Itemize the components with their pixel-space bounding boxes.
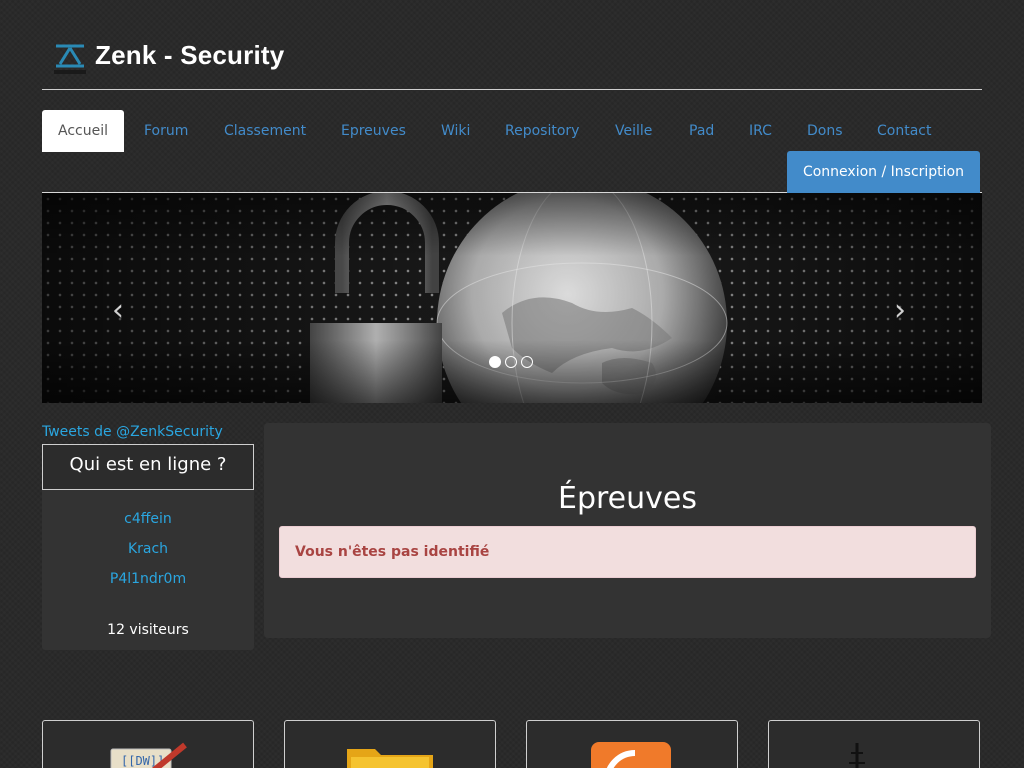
tab-repository[interactable]: Repository	[489, 110, 595, 152]
carousel-indicator-3[interactable]	[521, 356, 533, 368]
antenna-icon	[849, 743, 865, 768]
tab-epreuves[interactable]: Epreuves	[325, 110, 422, 152]
tab-wiki[interactable]: Wiki	[425, 110, 486, 152]
tab-forum[interactable]: Forum	[128, 110, 204, 152]
tile-irc[interactable]	[768, 720, 980, 768]
site-brand[interactable]: Zenk - Security	[95, 40, 284, 71]
folder-icon	[347, 749, 433, 768]
carousel-indicators	[489, 356, 533, 368]
tab-pad[interactable]: Pad	[673, 110, 730, 152]
page-title: Épreuves	[558, 481, 697, 516]
tab-irc[interactable]: IRC	[733, 110, 788, 152]
carousel-indicator-1[interactable]	[489, 356, 501, 368]
carousel-vignette	[42, 193, 982, 403]
tab-veille[interactable]: Veille	[599, 110, 668, 152]
tab-dons[interactable]: Dons	[791, 110, 859, 152]
banner-carousel[interactable]: ‹ ›	[42, 193, 982, 403]
rss-icon	[591, 742, 671, 768]
online-user-link[interactable]: Krach	[42, 541, 254, 557]
tile-repository[interactable]	[284, 720, 496, 768]
auth-alert: Vous n'êtes pas identifié	[279, 526, 976, 578]
online-users-panel: Qui est en ligne ? c4ffein Krach P4l1ndr…	[42, 444, 254, 650]
zenk-logo-icon[interactable]	[52, 42, 88, 76]
login-button[interactable]: Connexion / Inscription	[786, 151, 980, 193]
online-user-link[interactable]: c4ffein	[42, 511, 254, 527]
main-content: Épreuves Vous n'êtes pas identifié	[264, 423, 991, 638]
dokuwiki-icon: [[DW]]	[110, 742, 187, 768]
carousel-indicator-2[interactable]	[505, 356, 517, 368]
chevron-left-icon[interactable]: ‹	[112, 293, 124, 328]
tile-wiki[interactable]: [[DW]]	[42, 720, 254, 768]
visitor-count: 12 visiteurs	[107, 622, 189, 638]
tile-veille[interactable]	[526, 720, 738, 768]
site-header: Zenk - Security	[42, 40, 982, 90]
chevron-right-icon[interactable]: ›	[894, 293, 906, 328]
tab-contact[interactable]: Contact	[861, 110, 947, 152]
tab-classement[interactable]: Classement	[208, 110, 322, 152]
main-nav: Accueil Forum Classement Epreuves Wiki R…	[42, 110, 982, 193]
tweets-link[interactable]: Tweets de @ZenkSecurity	[42, 424, 223, 440]
tab-accueil[interactable]: Accueil	[42, 110, 124, 152]
online-panel-title: Qui est en ligne ?	[42, 444, 254, 490]
online-user-link[interactable]: P4l1ndr0m	[42, 571, 254, 587]
